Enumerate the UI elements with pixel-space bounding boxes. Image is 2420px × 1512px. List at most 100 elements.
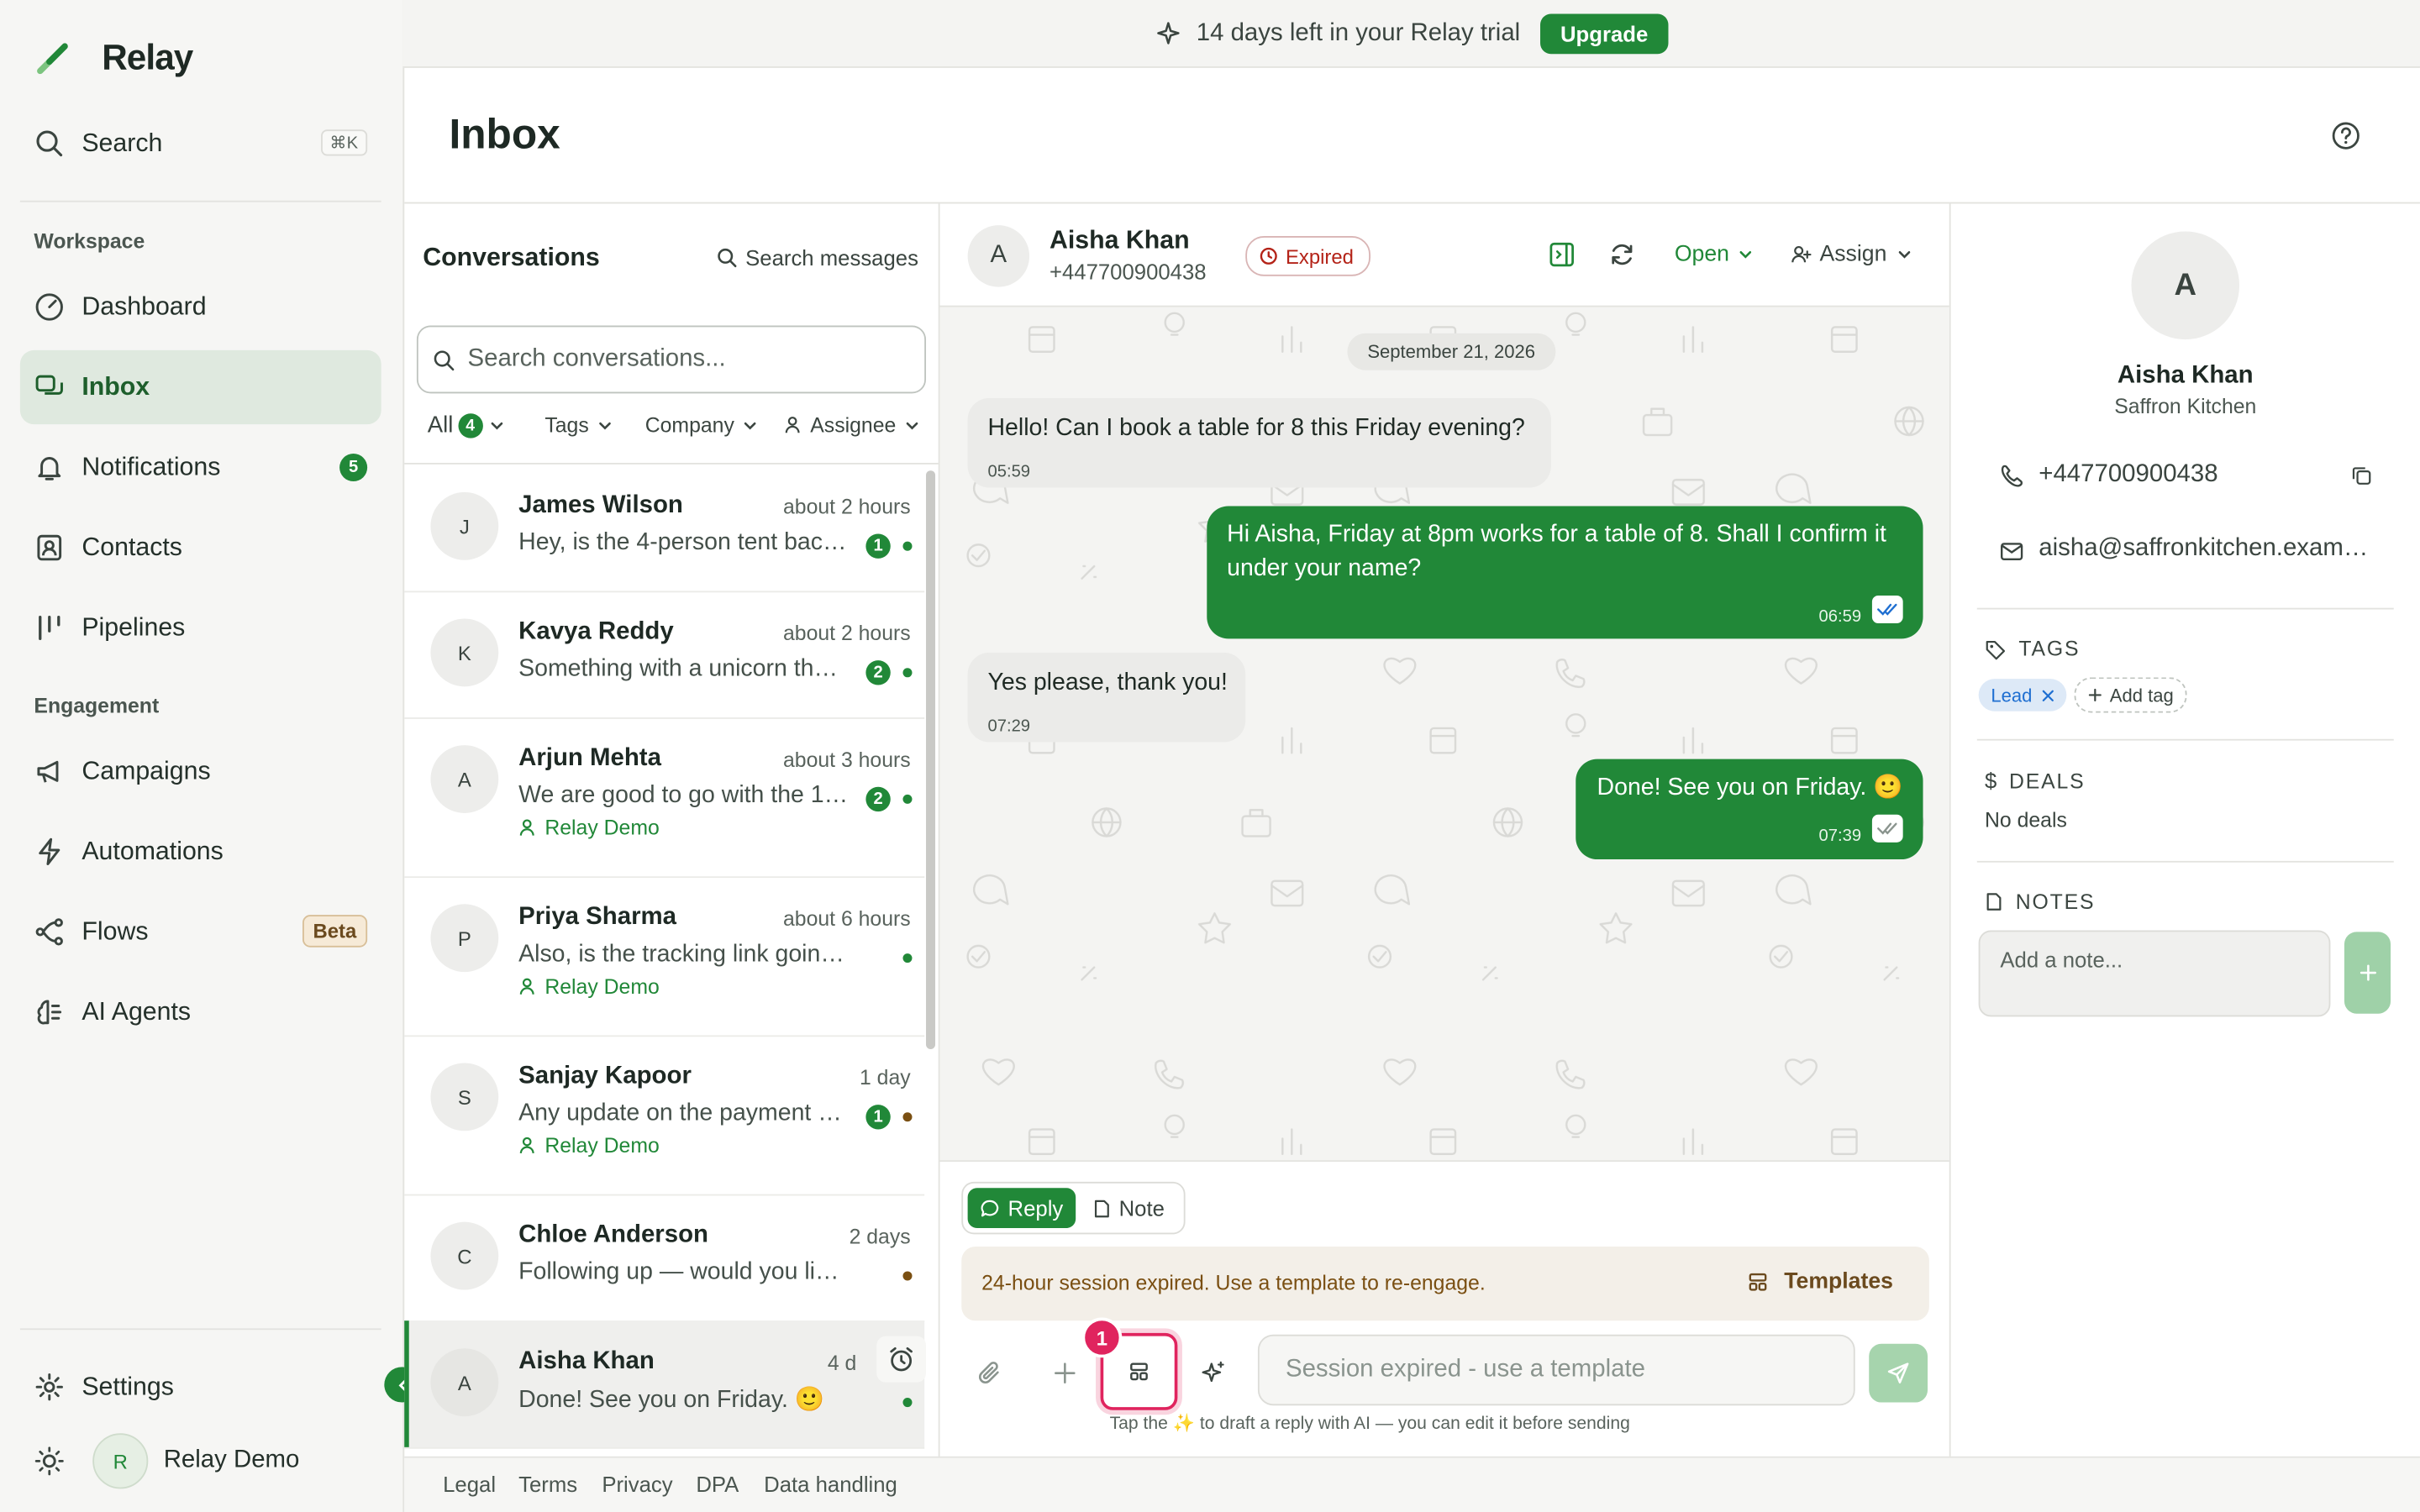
conversation-preview: Any update on the payment status? bbox=[518, 1100, 850, 1126]
conversation-row[interactable]: J James Wilson about 2 hours Hey, is the… bbox=[404, 465, 925, 593]
app-name: Relay bbox=[102, 37, 193, 77]
divider bbox=[1976, 738, 2394, 741]
upgrade-button[interactable]: Upgrade bbox=[1540, 13, 1669, 54]
add-button[interactable] bbox=[1051, 1359, 1079, 1387]
help-button[interactable] bbox=[2330, 120, 2361, 151]
message-input[interactable]: Session expired - use a template bbox=[1257, 1334, 1855, 1406]
brand[interactable]: Relay bbox=[34, 37, 193, 79]
message-bubble-incoming: Yes please, thank you! 07:29 bbox=[967, 652, 1246, 743]
footer-link-dpa[interactable]: DPA bbox=[696, 1472, 739, 1496]
conversation-preview: We are good to go with the 1-year plan bbox=[518, 782, 850, 809]
conversation-time: about 6 hours bbox=[783, 906, 911, 931]
user-name: Relay Demo bbox=[163, 1446, 300, 1474]
conversation-row[interactable]: S Sanjay Kapoor 1 day Any update on the … bbox=[404, 1035, 925, 1196]
divider bbox=[1949, 203, 1951, 1457]
message-time: 06:59 bbox=[1818, 607, 1862, 627]
no-deals-text: No deals bbox=[1984, 808, 2067, 832]
divider bbox=[19, 1328, 381, 1331]
chat-icon bbox=[34, 372, 65, 403]
filter-assignee[interactable]: Assignee bbox=[784, 413, 919, 437]
sidebar-item-ai-agents[interactable]: AI Agents bbox=[20, 975, 381, 1049]
clock-icon bbox=[1260, 247, 1278, 265]
sidebar-item-dashboard[interactable]: Dashboard bbox=[20, 270, 381, 344]
conversation-row-selected[interactable]: A Aisha Khan 4 d Done! See you on Friday… bbox=[404, 1320, 927, 1449]
date-separator: September 21, 2026 bbox=[1347, 333, 1555, 370]
tab-reply[interactable]: Reply bbox=[967, 1188, 1076, 1229]
templates-button[interactable]: Templates bbox=[1747, 1270, 1893, 1294]
conversation-row[interactable]: C Chloe Anderson 2 days Following up — w… bbox=[404, 1194, 925, 1323]
deals-label: DEALS bbox=[2009, 769, 2086, 793]
conversation-row[interactable]: A Arjun Mehta about 3 hours We are good … bbox=[404, 717, 925, 879]
chat-contact-name: Aisha Khan bbox=[1049, 226, 1190, 255]
user-icon bbox=[518, 977, 539, 997]
contact-phone: +447700900438 bbox=[2039, 461, 2218, 488]
sidebar-item-label: Contacts bbox=[82, 533, 182, 561]
sidebar-item-campaigns[interactable]: Campaigns bbox=[20, 734, 381, 808]
copy-icon bbox=[2350, 465, 2372, 486]
chevron-down-icon bbox=[903, 417, 918, 433]
lightning-icon bbox=[34, 836, 65, 867]
add-tag-button[interactable]: Add tag bbox=[2074, 677, 2188, 713]
note-input[interactable]: Add a note... bbox=[1978, 930, 2331, 1017]
footer-link-terms[interactable]: Terms bbox=[518, 1472, 577, 1496]
conversation-preview: Done! See you on Friday. 🙂 bbox=[518, 1387, 825, 1414]
conversation-time: about 3 hours bbox=[783, 748, 911, 772]
filter-company[interactable]: Company bbox=[645, 413, 758, 437]
sidebar-item-label: Settings bbox=[82, 1372, 174, 1400]
sidebar-item-settings[interactable]: Settings bbox=[20, 1350, 381, 1424]
conversation-row[interactable]: K Kavya Reddy about 2 hours Something wi… bbox=[404, 591, 925, 719]
filter-company-label: Company bbox=[644, 413, 734, 437]
gear-icon bbox=[34, 1372, 65, 1403]
status-dot bbox=[902, 668, 913, 678]
assignee-label: Relay Demo bbox=[518, 1134, 660, 1158]
tag-chip[interactable]: Lead bbox=[1978, 679, 2066, 711]
assign-dropdown[interactable]: Assign bbox=[1791, 242, 1912, 267]
filter-tags[interactable]: Tags bbox=[544, 413, 612, 437]
page-title: Inbox bbox=[449, 111, 560, 158]
chevron-down-icon bbox=[489, 417, 504, 433]
copy-phone-button[interactable] bbox=[2350, 465, 2372, 486]
footer-link-legal[interactable]: Legal bbox=[443, 1472, 496, 1496]
divider bbox=[1976, 860, 2394, 863]
send-button[interactable] bbox=[1869, 1343, 1928, 1403]
add-note-button[interactable] bbox=[2344, 932, 2391, 1014]
search-messages-button[interactable]: Search messages bbox=[716, 245, 918, 270]
sidebar-item-pipelines[interactable]: Pipelines bbox=[20, 591, 381, 664]
sidebar-item-automations[interactable]: Automations bbox=[20, 815, 381, 889]
ai-draft-button[interactable] bbox=[1199, 1359, 1227, 1387]
filter-all[interactable]: All 4 bbox=[428, 412, 504, 438]
toggle-contact-panel-button[interactable] bbox=[1548, 241, 1576, 269]
close-icon[interactable] bbox=[2041, 689, 2054, 701]
conversation-search-input[interactable]: Search conversations... bbox=[416, 325, 927, 394]
footer-link-data-handling[interactable]: Data handling bbox=[764, 1472, 897, 1496]
message-text: Yes please, thank you! bbox=[987, 669, 1228, 696]
conversation-time: 2 days bbox=[849, 1225, 911, 1248]
sidebar-item-inbox[interactable]: Inbox bbox=[19, 349, 381, 425]
unread-badge: 1 bbox=[865, 533, 891, 559]
workspace-label: Workspace bbox=[34, 229, 145, 254]
sidebar-item-label: Pipelines bbox=[82, 613, 186, 642]
assignee-name: Relay Demo bbox=[544, 974, 660, 999]
user-menu[interactable]: R Relay Demo bbox=[92, 1433, 300, 1489]
sidebar-item-flows[interactable]: Flows Beta bbox=[20, 895, 381, 969]
expired-status-badge: Expired bbox=[1245, 236, 1371, 276]
footer-link-privacy[interactable]: Privacy bbox=[602, 1472, 672, 1496]
sidebar-item-notifications[interactable]: Notifications 5 bbox=[20, 430, 381, 504]
contact-email[interactable]: aisha@saffronkitchen.example.com bbox=[2039, 535, 2375, 563]
refresh-button[interactable] bbox=[1608, 241, 1636, 269]
tab-note[interactable]: Note bbox=[1092, 1188, 1165, 1228]
divider bbox=[404, 202, 2420, 204]
message-area[interactable]: September 21, 2026 Hello! Can I book a t… bbox=[939, 307, 1949, 1161]
attach-button[interactable] bbox=[977, 1359, 1005, 1387]
sidebar-item-contacts[interactable]: Contacts bbox=[20, 511, 381, 585]
theme-toggle-button[interactable] bbox=[34, 1446, 65, 1477]
snooze-button[interactable] bbox=[876, 1336, 927, 1383]
panel-toggle-icon bbox=[1548, 241, 1576, 269]
status-dropdown[interactable]: Open bbox=[1675, 242, 1754, 267]
conversation-list-scrollbar[interactable] bbox=[926, 470, 936, 1049]
conversation-row[interactable]: P Priya Sharma about 6 hours Also, is th… bbox=[404, 876, 925, 1037]
sidebar-search[interactable]: Search ⌘K bbox=[20, 108, 381, 179]
tab-reply-label: Reply bbox=[1007, 1195, 1064, 1221]
avatar: J bbox=[430, 491, 499, 560]
conversation-time: 4 d bbox=[827, 1351, 857, 1375]
